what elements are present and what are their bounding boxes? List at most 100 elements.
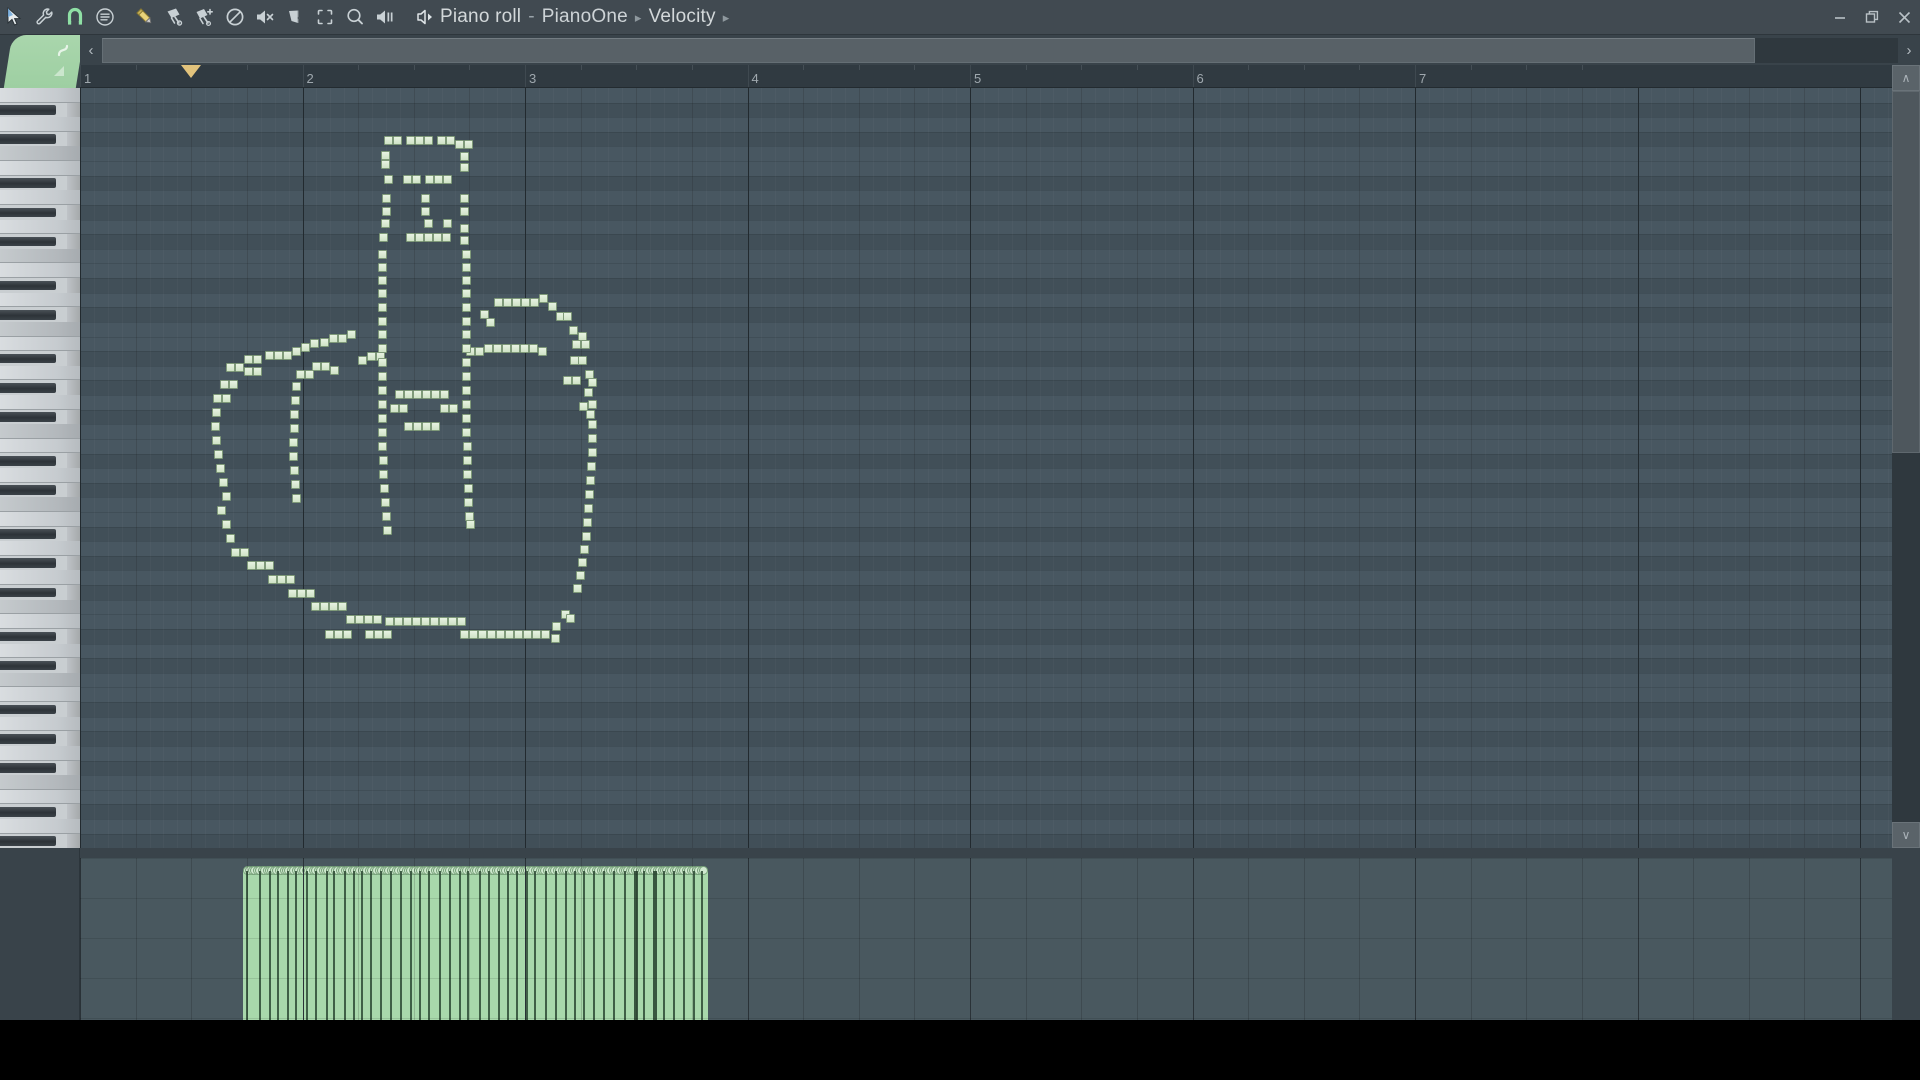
midi-note[interactable] (297, 589, 306, 598)
restore-button[interactable] (1856, 0, 1888, 35)
midi-note[interactable] (291, 480, 300, 489)
piano-black-key[interactable] (0, 763, 56, 773)
vscroll-down-arrow[interactable]: ∨ (1892, 822, 1920, 848)
midi-note[interactable] (378, 400, 387, 409)
midi-note[interactable] (502, 344, 511, 353)
midi-note[interactable] (289, 452, 298, 461)
select-tool-icon[interactable] (310, 2, 340, 32)
piano-white-key[interactable] (0, 365, 80, 381)
midi-note[interactable] (586, 476, 595, 485)
midi-note[interactable] (379, 456, 388, 465)
cursor-tool-icon[interactable] (0, 2, 30, 32)
midi-note[interactable] (382, 512, 391, 521)
midi-note[interactable] (219, 478, 228, 487)
midi-note[interactable] (462, 400, 471, 409)
midi-note[interactable] (464, 498, 473, 507)
midi-note[interactable] (374, 630, 383, 639)
midi-note[interactable] (576, 571, 585, 580)
midi-note[interactable] (265, 351, 274, 360)
midi-note[interactable] (433, 233, 442, 242)
midi-note[interactable] (460, 224, 469, 233)
midi-note[interactable] (448, 617, 457, 626)
title-section[interactable]: Velocity (649, 6, 716, 28)
midi-note[interactable] (399, 404, 408, 413)
midi-note[interactable] (503, 298, 512, 307)
piano-black-key[interactable] (0, 660, 56, 671)
midi-note[interactable] (440, 404, 449, 413)
midi-note[interactable] (292, 347, 301, 356)
piano-white-key[interactable] (0, 643, 80, 659)
midi-note[interactable] (415, 233, 424, 242)
piano-white-key[interactable] (0, 819, 80, 834)
midi-note[interactable] (462, 344, 471, 353)
midi-note[interactable] (466, 520, 475, 529)
piano-white-key[interactable] (0, 438, 80, 454)
midi-note[interactable] (306, 589, 315, 598)
minimize-button[interactable] (1824, 0, 1856, 35)
midi-note[interactable] (464, 484, 473, 493)
midi-note[interactable] (212, 436, 221, 445)
midi-note[interactable] (484, 344, 493, 353)
piano-black-key[interactable] (0, 733, 56, 744)
piano-black-key[interactable] (0, 704, 56, 715)
midi-note[interactable] (413, 390, 422, 399)
midi-note[interactable] (460, 194, 469, 203)
pencil-draw-icon[interactable] (130, 2, 160, 32)
midi-note[interactable] (462, 303, 471, 312)
midi-note[interactable] (381, 151, 390, 160)
piano-white-key[interactable] (0, 541, 80, 556)
midi-note[interactable] (292, 494, 301, 503)
piano-black-key[interactable] (0, 836, 56, 846)
piano-white-key[interactable] (0, 321, 80, 337)
midi-note[interactable] (379, 470, 388, 479)
midi-note[interactable] (406, 233, 415, 242)
midi-note[interactable] (462, 263, 471, 272)
midi-note[interactable] (403, 617, 412, 626)
midi-note[interactable] (511, 344, 520, 353)
timeline-ruler[interactable]: 1 2 3 4 5 6 7 (80, 65, 1892, 88)
midi-note[interactable] (532, 630, 541, 639)
midi-note[interactable] (538, 347, 547, 356)
midi-note[interactable] (421, 207, 430, 216)
midi-note[interactable] (437, 136, 446, 145)
midi-note[interactable] (373, 615, 382, 624)
piano-black-key[interactable] (0, 412, 56, 422)
midi-note[interactable] (222, 492, 231, 501)
piano-black-key[interactable] (0, 529, 56, 539)
midi-note[interactable] (381, 160, 390, 169)
midi-note[interactable] (378, 428, 387, 437)
piano-black-key[interactable] (0, 353, 56, 364)
midi-note[interactable] (330, 366, 339, 375)
midi-note[interactable] (449, 404, 458, 413)
midi-note[interactable] (486, 318, 495, 327)
midi-note[interactable] (563, 312, 572, 321)
midi-note[interactable] (462, 317, 471, 326)
hscroll-left-arrow[interactable]: ‹ (80, 37, 102, 63)
midi-note[interactable] (265, 561, 274, 570)
midi-note[interactable] (455, 140, 464, 149)
midi-note[interactable] (552, 622, 561, 631)
midi-note[interactable] (288, 589, 297, 598)
midi-note[interactable] (583, 518, 592, 527)
midi-note[interactable] (367, 352, 376, 361)
piano-roll-grid[interactable] (80, 88, 1892, 848)
midi-note[interactable] (343, 630, 352, 639)
midi-note[interactable] (365, 630, 374, 639)
midi-note[interactable] (395, 390, 404, 399)
midi-note[interactable] (291, 396, 300, 405)
midi-note[interactable] (413, 422, 422, 431)
piano-roll-corner-widget[interactable] (0, 35, 80, 88)
midi-note[interactable] (394, 617, 403, 626)
piano-white-key[interactable] (0, 672, 80, 688)
piano-black-key[interactable] (0, 558, 56, 569)
piano-white-key[interactable] (0, 219, 80, 235)
piano-black-key[interactable] (0, 280, 56, 291)
piano-white-key[interactable] (0, 146, 80, 162)
piano-black-key[interactable] (0, 631, 56, 642)
piano-black-key[interactable] (0, 456, 56, 466)
midi-note[interactable] (346, 615, 355, 624)
midi-note[interactable] (462, 358, 471, 367)
midi-note[interactable] (588, 448, 597, 457)
midi-note[interactable] (217, 506, 226, 515)
vertical-scrollbar[interactable]: ∧ ∨ (1892, 65, 1920, 848)
